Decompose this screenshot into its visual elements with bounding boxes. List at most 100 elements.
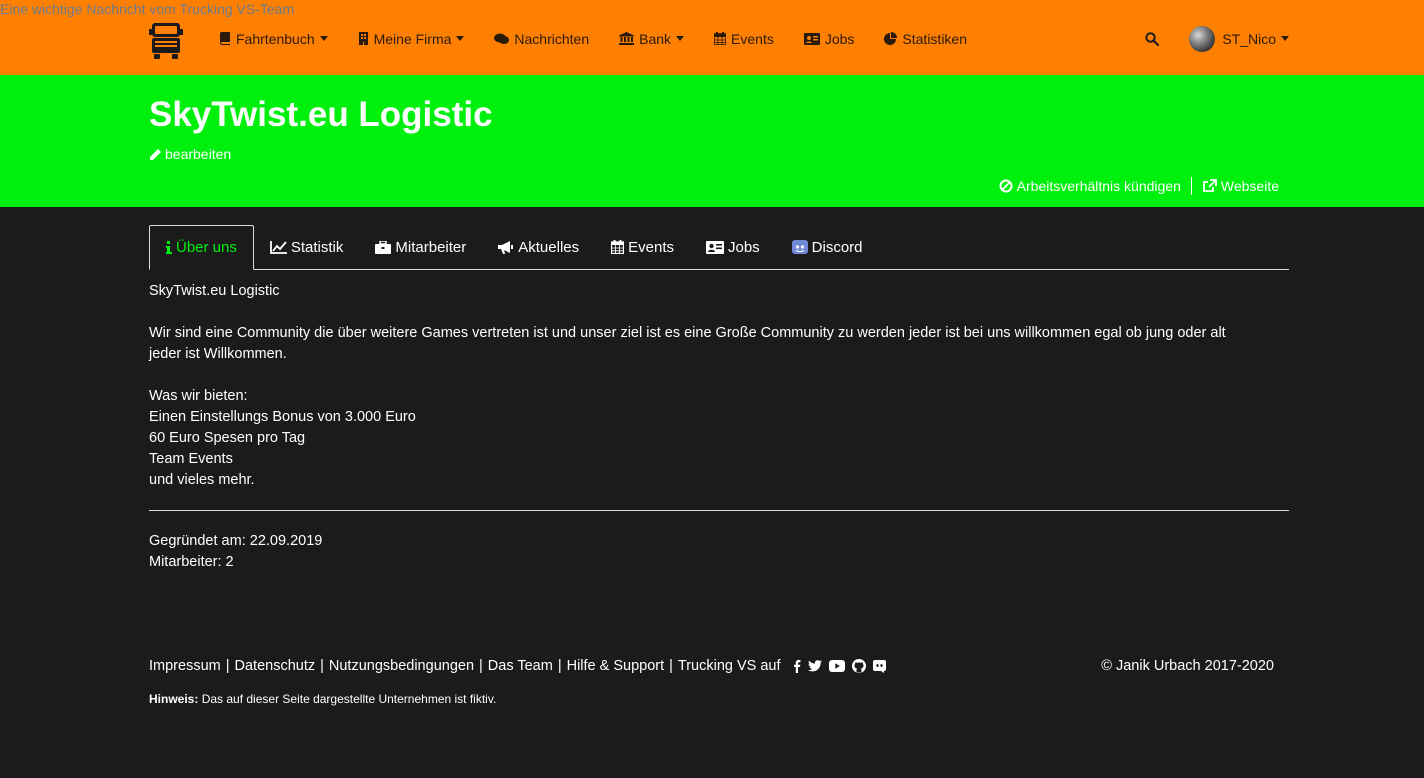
book-icon: [220, 32, 230, 45]
offer-item: Team Events: [149, 451, 233, 467]
footer-separator: |: [320, 658, 324, 674]
social-label: Trucking VS auf: [677, 658, 781, 674]
github-icon[interactable]: [851, 659, 866, 673]
nav-jobs-label: Jobs: [824, 30, 855, 47]
footer-link-support[interactable]: Hilfe & Support: [567, 658, 665, 674]
username-label: ST_Nico: [1222, 30, 1276, 47]
footer-link-nutzungsbedingungen[interactable]: Nutzungsbedingungen: [329, 658, 474, 674]
nav-statistiken-label: Statistiken: [902, 30, 968, 47]
ban-icon: [999, 179, 1013, 193]
offer-item: und vieles mehr.: [149, 472, 255, 488]
company-tabs: Über uns Statistik Mitarbeiter Aktuelles…: [149, 225, 1289, 270]
website-link[interactable]: Webseite: [1202, 178, 1279, 194]
line-chart-icon: [269, 240, 287, 254]
footer: Impressum | Datenschutz | Nutzungsbeding…: [149, 658, 1274, 674]
tab-jobs-label: Jobs: [727, 238, 760, 256]
search-button[interactable]: [1145, 31, 1160, 46]
company-header: SkyTwist.eu Logistic bearbeiten Arbeitsv…: [0, 75, 1424, 207]
tab-mitarbeiter[interactable]: Mitarbeiter: [359, 225, 482, 269]
quit-job-link[interactable]: Arbeitsverhältnis kündigen: [999, 178, 1181, 194]
tab-aktuelles-label: Aktuelles: [518, 238, 580, 256]
about-heading: SkyTwist.eu Logistic: [149, 283, 280, 299]
hint-label: Hinweis:: [149, 692, 199, 706]
tab-ueber-uns-label: Über uns: [176, 239, 237, 256]
info-icon: [166, 241, 172, 254]
offer-title: Was wir bieten:: [149, 388, 248, 404]
social-links: [786, 659, 886, 673]
chevron-down-icon: [319, 36, 328, 41]
tab-aktuelles[interactable]: Aktuelles: [482, 225, 595, 269]
footer-separator: |: [479, 658, 483, 674]
id-card-icon: [803, 32, 820, 45]
edit-link[interactable]: bearbeiten: [149, 146, 231, 162]
footer-separator: |: [557, 658, 562, 674]
hint-text: Hinweis: Das auf dieser Seite dargestell…: [149, 692, 496, 706]
discord-icon: [791, 240, 808, 254]
offer-item: Einen Einstellungs Bonus von 3.000 Euro: [149, 409, 416, 425]
offer-item: 60 Euro Spesen pro Tag: [149, 430, 306, 446]
facebook-icon[interactable]: [793, 659, 801, 673]
edit-link-label: bearbeiten: [165, 146, 232, 162]
nav-fahrtenbuch-label: Fahrtenbuch: [236, 30, 315, 47]
nav-nachrichten-label: Nachrichten: [514, 30, 590, 47]
about-paragraph-1: Wir sind eine Community die über weitere…: [149, 325, 1226, 341]
tab-mitarbeiter-label: Mitarbeiter: [395, 238, 467, 256]
avatar: [1189, 25, 1216, 52]
external-link-icon: [1202, 179, 1217, 192]
building-icon: [358, 32, 368, 45]
nav-statistiken[interactable]: Statistiken: [884, 31, 967, 47]
website-label: Webseite: [1220, 178, 1279, 194]
tab-ueber-uns[interactable]: Über uns: [149, 225, 254, 270]
calendar-icon: [611, 240, 625, 254]
nav-meine-firma[interactable]: Meine Firma: [358, 31, 465, 47]
user-menu[interactable]: ST_Nico: [1189, 25, 1289, 52]
chevron-down-icon: [676, 36, 685, 41]
company-meta: Gegründet am: 22.09.2019 Mitarbeiter: 2: [149, 531, 322, 573]
discord-icon[interactable]: [872, 659, 886, 673]
quit-job-label: Arbeitsverhältnis kündigen: [1016, 178, 1181, 194]
founded-date: Gegründet am: 22.09.2019: [149, 533, 323, 549]
tab-jobs[interactable]: Jobs: [690, 225, 776, 269]
nav-nachrichten[interactable]: Nachrichten: [494, 31, 589, 47]
hint-body: Das auf dieser Seite dargestellte Untern…: [201, 692, 497, 706]
nav-bank-label: Bank: [639, 30, 672, 47]
tab-statistik-label: Statistik: [290, 238, 344, 256]
calendar-icon: [714, 32, 727, 45]
pencil-icon: [150, 148, 161, 160]
footer-separator: |: [225, 658, 230, 674]
bank-icon: [619, 32, 635, 45]
footer-separator: |: [669, 658, 673, 674]
truck-logo-icon[interactable]: [149, 17, 199, 63]
tab-events-label: Events: [628, 238, 674, 256]
tab-discord-label: Discord: [811, 238, 863, 256]
footer-link-impressum[interactable]: Impressum: [149, 658, 221, 674]
nav-bank[interactable]: Bank: [619, 30, 685, 47]
search-icon: [1145, 31, 1160, 46]
company-title: SkyTwist.eu Logistic: [149, 95, 493, 134]
content-divider: [149, 510, 1289, 511]
footer-link-team[interactable]: Das Team: [488, 658, 553, 674]
briefcase-icon: [375, 240, 392, 254]
action-divider: [1190, 177, 1192, 195]
nav-jobs[interactable]: Jobs: [803, 30, 855, 47]
about-content: SkyTwist.eu Logistic Wir sind eine Commu…: [149, 281, 1289, 491]
nav-meine-firma-label: Meine Firma: [373, 30, 452, 47]
nav-fahrtenbuch[interactable]: Fahrtenbuch: [219, 31, 328, 47]
tab-discord[interactable]: Discord: [776, 225, 879, 269]
nav-events[interactable]: Events: [714, 31, 774, 47]
footer-link-datenschutz[interactable]: Datenschutz: [235, 658, 316, 674]
about-paragraph-2: jeder ist Willkommen.: [149, 346, 287, 362]
employee-count: Mitarbeiter: 2: [149, 554, 234, 570]
pie-chart-icon: [884, 32, 898, 45]
chevron-down-icon: [1281, 36, 1289, 41]
tab-events[interactable]: Events: [595, 225, 690, 269]
comments-icon: [494, 33, 510, 44]
youtube-icon[interactable]: [828, 660, 845, 672]
tab-statistik[interactable]: Statistik: [254, 225, 360, 269]
id-card-icon: [705, 240, 724, 254]
twitter-icon[interactable]: [807, 660, 822, 672]
chevron-down-icon: [456, 36, 465, 41]
bullhorn-icon: [498, 240, 514, 254]
notice-banner[interactable]: Eine wichtige Nachricht vom Trucking VS-…: [0, 1, 294, 17]
copyright: © Janik Urbach 2017-2020: [1101, 658, 1274, 674]
